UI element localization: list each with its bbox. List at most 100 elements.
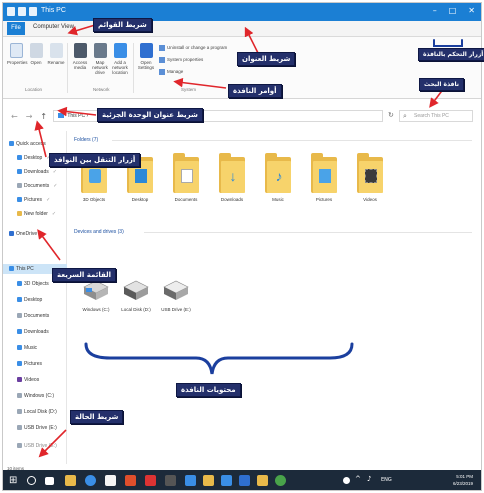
sidebar-item-usb-drive-e[interactable]: USB Drive (E:): [17, 425, 57, 431]
content-pane: Folders (7) 3D Objects Desktop Documents…: [68, 131, 481, 464]
uninstall-program-button[interactable]: Uninstall or change a program: [159, 45, 227, 51]
navigation-buttons: ← → ↑: [11, 112, 47, 121]
store-icon[interactable]: [105, 475, 116, 486]
open-settings-button[interactable]: Open Settings: [137, 43, 155, 70]
task-view-icon[interactable]: [45, 477, 54, 485]
volume-icon[interactable]: ♪: [367, 475, 371, 486]
sidebar-item-documents-pc[interactable]: Documents: [17, 313, 49, 319]
app-icon[interactable]: [257, 475, 268, 486]
back-button[interactable]: ←: [11, 112, 18, 121]
app-icon[interactable]: [125, 475, 136, 486]
refresh-button[interactable]: ↻: [388, 111, 394, 119]
folders-section-header[interactable]: Folders (7): [74, 137, 98, 143]
clock[interactable]: 5:01 PM 6/23/2019: [453, 473, 473, 487]
manage-icon: [159, 69, 165, 75]
system-properties-button[interactable]: System properties: [159, 57, 203, 63]
drive-local-disk-d[interactable]: Local Disk (D:): [114, 279, 158, 312]
properties-icon[interactable]: [18, 7, 26, 16]
sidebar-item-this-pc[interactable]: This PC: [9, 266, 34, 272]
document-icon: [17, 313, 22, 319]
up-button[interactable]: ↑: [40, 112, 47, 121]
app-icon[interactable]: [145, 475, 156, 486]
folder-downloads[interactable]: ↓ Downloads: [212, 153, 252, 202]
search-icon[interactable]: [27, 476, 36, 485]
taskbar: ⊞ ^ ♪ ENG 5:01 PM 6/23/2019: [3, 470, 481, 490]
sidebar-item-usb-drive-e-2[interactable]: USB Drive (E:): [17, 443, 57, 449]
devices-section-header[interactable]: Devices and drives (3): [74, 229, 124, 235]
drive-icon: [17, 409, 22, 415]
sidebar-item-music[interactable]: Music: [17, 345, 37, 351]
folder-videos[interactable]: Videos: [350, 153, 390, 202]
new-folder-icon[interactable]: [29, 7, 37, 16]
sidebar-item-videos[interactable]: Videos: [17, 377, 39, 383]
sidebar-item-windows-c[interactable]: Windows (C:): [17, 393, 54, 399]
add-network-location-button[interactable]: Add a network location: [111, 43, 129, 75]
open-icon: [29, 43, 43, 58]
app-icon[interactable]: [185, 475, 196, 486]
breadcrumb-this-pc[interactable]: This PC: [67, 113, 85, 119]
group-label-network: Network: [93, 87, 110, 92]
folder-music[interactable]: ♪ Music: [258, 153, 298, 202]
sidebar-item-documents[interactable]: Documents ✓: [17, 183, 58, 189]
usb-drive-icon: [17, 425, 22, 431]
sidebar-item-desktop[interactable]: Desktop✓: [17, 155, 51, 161]
usb-drive-icon: [163, 280, 189, 300]
uninstall-icon: [159, 45, 165, 51]
sidebar-item-pictures[interactable]: Pictures ✓: [17, 197, 50, 203]
sidebar-item-downloads-pc[interactable]: Downloads: [17, 329, 49, 335]
tab-file[interactable]: File: [7, 22, 25, 35]
folder-icon: [357, 153, 383, 193]
app-icon[interactable]: [239, 475, 250, 486]
map-network-drive-button[interactable]: Map network drive: [91, 43, 109, 75]
manage-button[interactable]: Manage: [159, 69, 183, 75]
language-indicator[interactable]: ENG: [381, 477, 392, 488]
callout-search-window: نافذة البحث: [419, 78, 464, 91]
quick-access-toolbar[interactable]: [7, 7, 37, 16]
app-icon[interactable]: [221, 475, 232, 486]
forward-button[interactable]: →: [26, 112, 33, 121]
access-media-button[interactable]: Access media: [71, 43, 89, 70]
window-title: This PC: [41, 7, 66, 14]
sidebar-item-3d-objects[interactable]: 3D Objects: [17, 281, 49, 287]
tab-view[interactable]: View: [61, 24, 74, 30]
sidebar-item-new-folder[interactable]: New folder ✓: [17, 211, 56, 217]
callout-window-contents: محتويات النافذة: [176, 383, 241, 397]
sidebar-item-local-disk-d[interactable]: Local Disk (D:): [17, 409, 57, 415]
sidebar-item-onedrive[interactable]: OneDrive: [9, 231, 37, 237]
folder-pictures[interactable]: Pictures: [304, 153, 344, 202]
breadcrumb-separator: ›: [86, 113, 89, 119]
drive-icon: [17, 393, 22, 399]
folder-icon[interactable]: [7, 7, 15, 16]
app-icon[interactable]: [203, 475, 214, 486]
system-icon: [159, 57, 165, 63]
tray-expand-icon[interactable]: ^: [355, 475, 361, 486]
properties-button[interactable]: Properties: [7, 43, 28, 65]
search-placeholder: Search This PC: [414, 113, 449, 119]
sidebar-item-pictures-pc[interactable]: Pictures: [17, 361, 42, 367]
rename-button[interactable]: Rename: [47, 43, 65, 65]
film-icon: [17, 377, 22, 383]
tab-computer[interactable]: Computer: [33, 24, 59, 30]
windows-start-icon[interactable]: ⊞: [9, 475, 20, 486]
open-button[interactable]: Open: [27, 43, 45, 65]
search-input[interactable]: ⌕ Search This PC: [399, 110, 473, 122]
folder-documents[interactable]: Documents: [166, 153, 206, 202]
group-label-system: System: [181, 87, 197, 92]
maximize-button[interactable]: □: [449, 6, 457, 15]
callout-tabs-bar: شريط القوائم: [93, 18, 152, 32]
edge-browser-icon[interactable]: [85, 475, 96, 486]
file-explorer-icon[interactable]: [65, 475, 76, 486]
drive-usb-e[interactable]: USB Drive (E:): [154, 279, 198, 312]
network-status-icon[interactable]: [343, 477, 350, 484]
minimize-button[interactable]: –: [433, 6, 437, 15]
drive-windows-c[interactable]: Windows (C:): [74, 279, 118, 312]
close-button[interactable]: ✕: [468, 6, 475, 15]
app-icon[interactable]: [275, 475, 286, 486]
document-icon: [17, 183, 22, 189]
sidebar-item-downloads[interactable]: Downloads ✓: [17, 169, 57, 175]
music-note-icon: ♪: [275, 168, 283, 184]
sidebar-item-quick-access[interactable]: Quick access: [9, 141, 46, 147]
app-icon[interactable]: [165, 475, 176, 486]
cube-icon: [17, 281, 22, 287]
sidebar-item-desktop-pc[interactable]: Desktop: [17, 297, 42, 303]
